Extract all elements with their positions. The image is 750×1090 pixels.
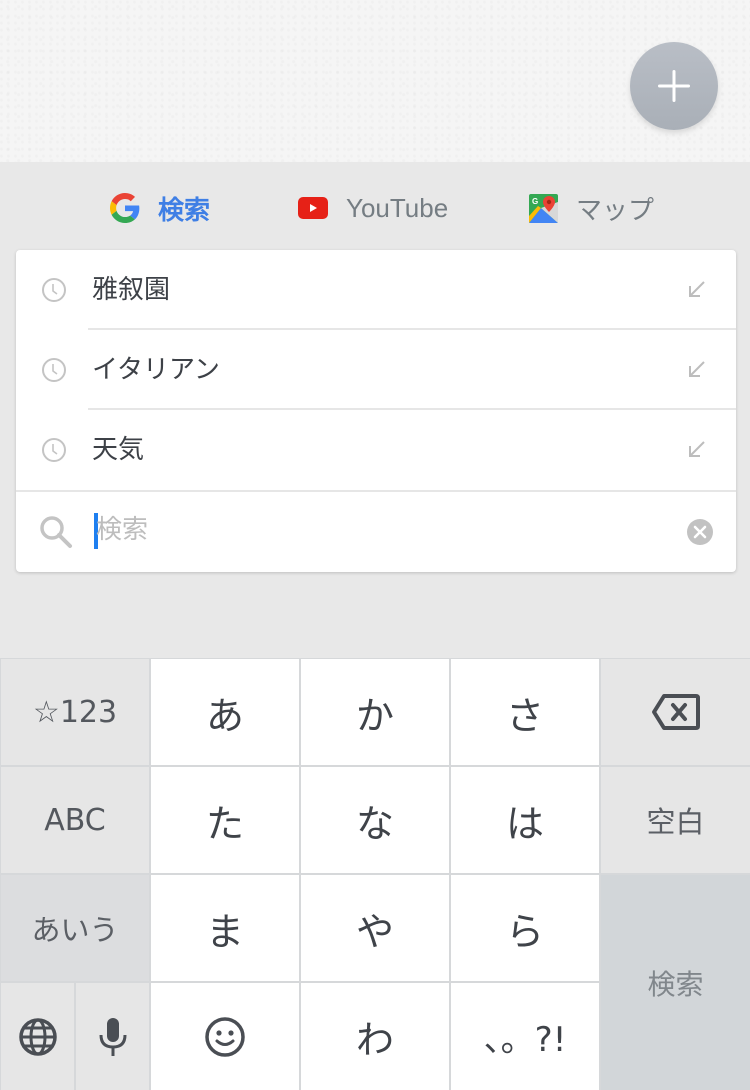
- google-g-icon: [110, 193, 140, 223]
- key-wa[interactable]: わ: [301, 983, 449, 1090]
- japanese-keyboard: ☆123 あ か さ ABC た な は 空白 あいう ま や ら 検索 わ 、…: [0, 658, 750, 1090]
- youtube-icon: [298, 197, 328, 219]
- key-ka[interactable]: か: [301, 659, 449, 765]
- globe-key[interactable]: [1, 983, 74, 1090]
- globe-icon: [18, 1017, 57, 1056]
- microphone-icon: [99, 1017, 126, 1056]
- google-maps-icon: G: [529, 193, 558, 223]
- plus-icon: [658, 70, 690, 102]
- key-abc-mode[interactable]: ABC: [1, 767, 149, 873]
- key-ta[interactable]: た: [151, 767, 299, 873]
- content-background: [0, 0, 750, 162]
- backspace-key[interactable]: [601, 659, 750, 765]
- svg-text:G: G: [532, 197, 538, 206]
- history-item[interactable]: 天気: [16, 410, 736, 490]
- search-input[interactable]: [96, 508, 656, 552]
- key-label: あいう: [31, 913, 119, 947]
- key-label: や: [355, 909, 394, 954]
- history-item-text: 雅叙園: [92, 275, 171, 305]
- emoji-icon: [205, 1016, 245, 1057]
- key-na[interactable]: な: [301, 767, 449, 873]
- key-symbols-mode[interactable]: ☆123: [1, 659, 149, 765]
- key-label: は: [505, 801, 544, 846]
- emoji-key[interactable]: [151, 983, 299, 1090]
- history-item[interactable]: イタリアン: [16, 330, 736, 410]
- search-icon: [40, 516, 72, 548]
- key-label: ら: [505, 909, 544, 954]
- tab-maps-label: マップ: [576, 194, 655, 225]
- arrow-up-left-icon[interactable]: [688, 440, 706, 458]
- history-item-text: イタリアン: [92, 355, 220, 385]
- backspace-icon: [651, 694, 700, 730]
- key-ya[interactable]: や: [301, 875, 449, 981]
- enter-search-key[interactable]: 検索: [601, 875, 750, 1090]
- search-bar: [16, 492, 736, 572]
- key-label: わ: [355, 1018, 394, 1062]
- key-ma[interactable]: ま: [151, 875, 299, 981]
- key-label: た: [205, 801, 244, 846]
- key-ra[interactable]: ら: [451, 875, 599, 981]
- key-label: 空白: [646, 805, 705, 839]
- search-panel: 検索 YouTube G マップ 雅叙園 イタリアン 天気 検索: [0, 162, 750, 658]
- key-label: ま: [205, 909, 244, 954]
- key-ha[interactable]: は: [451, 767, 599, 873]
- key-label: さ: [505, 693, 544, 738]
- add-button[interactable]: [630, 42, 718, 130]
- space-key[interactable]: 空白: [601, 767, 750, 873]
- history-item[interactable]: 雅叙園: [16, 250, 736, 330]
- search-suggestions-card: 雅叙園 イタリアン 天気: [16, 250, 736, 572]
- key-label: 検索: [647, 967, 704, 1001]
- key-kana-mode[interactable]: あいう: [1, 875, 149, 981]
- arrow-up-left-icon[interactable]: [688, 360, 706, 378]
- key-label: ABC: [44, 802, 106, 838]
- key-sa[interactable]: さ: [451, 659, 599, 765]
- tab-maps[interactable]: G マップ: [529, 190, 654, 226]
- clock-icon: [42, 438, 66, 462]
- key-label: 、。?!: [483, 1020, 567, 1060]
- tab-search-label: 検索: [158, 194, 211, 225]
- key-label: あ: [205, 693, 244, 738]
- clock-icon: [42, 358, 66, 382]
- clock-icon: [42, 278, 66, 302]
- history-item-text: 天気: [92, 435, 145, 465]
- key-label: な: [355, 801, 394, 846]
- tab-youtube[interactable]: YouTube: [298, 190, 448, 226]
- tab-search[interactable]: 検索: [110, 190, 210, 226]
- search-source-tabs: 検索 YouTube G マップ: [0, 162, 750, 250]
- voice-input-key[interactable]: [76, 983, 149, 1090]
- tab-youtube-label: YouTube: [346, 192, 449, 223]
- key-punctuation[interactable]: 、。?!: [451, 983, 599, 1090]
- key-label: か: [355, 693, 394, 738]
- key-a[interactable]: あ: [151, 659, 299, 765]
- key-label: ☆123: [32, 694, 118, 730]
- arrow-up-left-icon[interactable]: [688, 280, 706, 298]
- clear-icon[interactable]: [686, 518, 714, 546]
